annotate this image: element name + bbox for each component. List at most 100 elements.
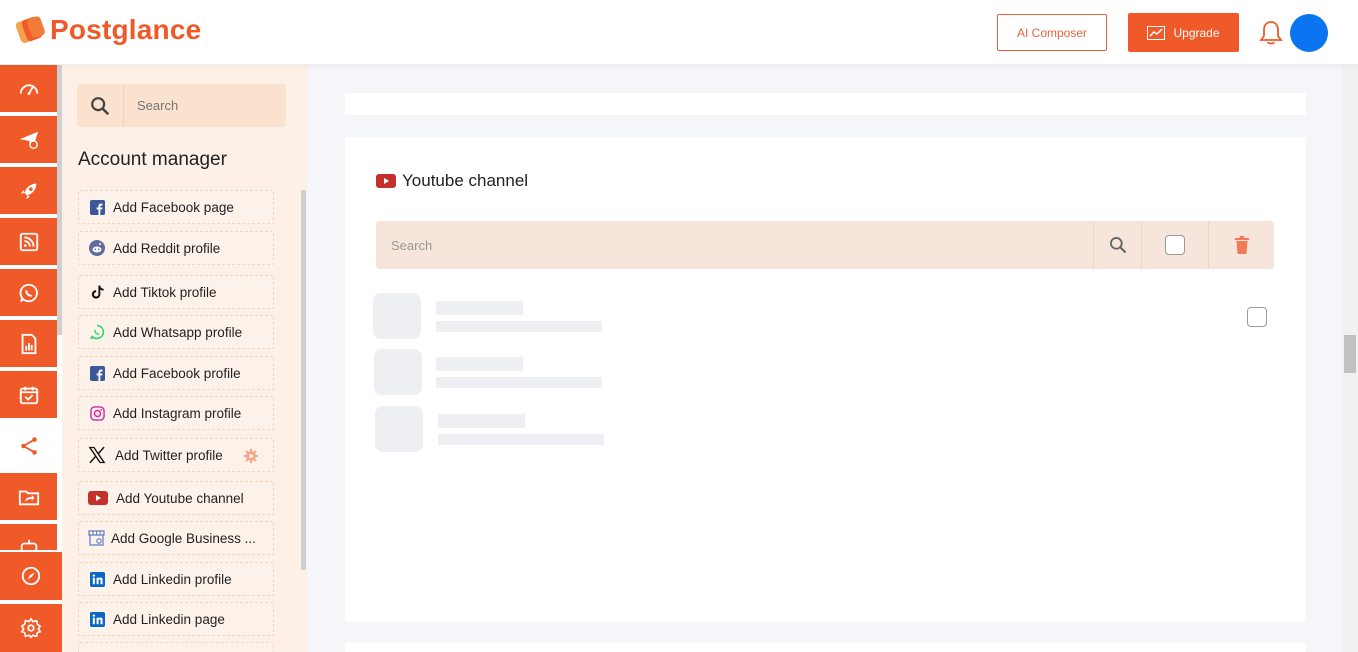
add-reddit-profile[interactable]: Add Reddit profile [78,231,274,265]
avatar[interactable] [1290,14,1328,52]
facebook-icon [89,199,105,215]
linkedin-icon [89,611,105,627]
rail-whatsapp[interactable] [0,269,57,318]
add-google-business[interactable]: Add Google Business ... [78,521,274,555]
gear-icon [20,617,42,639]
channel-toolbar: Search [376,221,1274,269]
google-business-icon [88,530,105,546]
calendar-icon [19,386,38,404]
rail-dashboard[interactable] [0,65,57,114]
card-next [345,643,1306,652]
add-linkedin-profile[interactable]: Add Linkedin profile [78,562,274,596]
list-item-label: Add Reddit profile [113,240,221,256]
select-all-checkbox[interactable] [1165,235,1185,255]
search-icon [77,84,124,127]
skeleton-avatar [375,406,423,452]
skeleton-line [438,434,604,445]
dashboard-icon [19,84,38,95]
row-checkbox[interactable] [1247,307,1267,327]
rail-rocket[interactable] [0,167,57,216]
upgrade-button[interactable]: Upgrade [1128,13,1239,52]
x-icon [87,445,107,465]
rail-send[interactable] [0,116,57,165]
whatsapp-icon [19,283,38,302]
send-icon [19,131,38,149]
list-item-label: Add Facebook profile [113,365,241,381]
add-facebook-page[interactable]: Add Facebook page [78,190,274,224]
channel-search-button[interactable] [1094,221,1142,269]
add-instagram-profile[interactable]: Add Instagram profile [78,396,274,430]
rss-icon [19,232,38,251]
list-item-label: Add Whatsapp profile [113,324,243,340]
channel-search-input[interactable]: Search [376,221,1094,269]
select-all-checkbox-cell [1142,221,1209,269]
share-icon [20,436,37,455]
add-youtube-channel[interactable]: Add Youtube channel [78,481,274,515]
rail-robot[interactable] [0,524,57,552]
instagram-icon [89,405,105,421]
gear-icon[interactable] [243,448,259,467]
list-item-label: Add Youtube channel [116,490,244,506]
panel-search[interactable] [77,84,286,127]
card-previous [345,93,1306,115]
logo-text: Postglance [50,14,202,45]
top-header: Postglance AI Composer Upgrade [0,0,1358,65]
skeleton-line [436,321,602,332]
trending-up-icon [1147,25,1166,40]
skeleton-line [436,377,602,388]
delete-button[interactable] [1209,221,1274,269]
tiktok-icon [89,284,105,300]
panel-scrollbar[interactable] [301,190,306,570]
skeleton-line [436,357,523,371]
list-item-label: Add Linkedin profile [113,571,232,587]
ai-composer-button[interactable]: AI Composer [997,14,1107,51]
rail-folder-share[interactable] [0,473,57,522]
list-item[interactable] [78,642,274,652]
report-icon [21,333,36,354]
section-title: Youtube channel [376,171,528,191]
page-scrollbar[interactable] [1342,65,1358,652]
rocket-icon [20,183,36,199]
rail-share[interactable] [0,422,57,471]
list-item-label: Add Google Business ... [111,530,256,546]
list-item-label: Add Twitter profile [115,447,223,463]
list-item-label: Add Tiktok profile [113,284,217,300]
page-scrollbar-thumb[interactable] [1344,335,1356,373]
skeleton-line [438,414,525,428]
reddit-icon [89,240,105,256]
add-facebook-profile[interactable]: Add Facebook profile [78,356,274,390]
list-item-label: Add Facebook page [113,199,234,215]
trash-icon [1234,236,1249,254]
panel-title: Account manager [78,149,227,170]
robot-icon [20,539,37,550]
upgrade-label: Upgrade [1173,25,1220,40]
panel-search-input[interactable] [124,98,274,113]
skeleton-avatar [374,349,422,395]
rail-compass[interactable] [0,552,62,602]
skeleton-avatar [373,293,421,339]
add-tiktok-profile[interactable]: Add Tiktok profile [78,275,274,309]
account-panel: Account manager Add Facebook page Add Re… [62,65,307,652]
list-item-label: Add Linkedin page [113,611,225,627]
linkedin-icon [89,571,105,587]
rail-report[interactable] [0,320,57,369]
bell-icon[interactable] [1259,20,1283,46]
rail-calendar[interactable] [0,371,57,420]
search-icon [1109,237,1126,254]
youtube-icon [88,490,108,506]
icon-rail [0,65,62,652]
add-linkedin-page[interactable]: Add Linkedin page [78,602,274,636]
section-title-text: Youtube channel [402,171,529,190]
logo-mark-icon [15,14,48,46]
skeleton-line [436,301,523,315]
compass-icon [21,566,41,586]
folder-share-icon [18,490,39,505]
main-content: Youtube channel Search [307,65,1358,652]
add-whatsapp-profile[interactable]: Add Whatsapp profile [78,315,274,349]
youtube-channel-card: Youtube channel Search [345,137,1306,622]
rail-settings[interactable] [0,604,62,652]
list-item-label: Add Instagram profile [113,405,242,421]
logo[interactable]: Postglance [15,14,202,46]
rail-rss[interactable] [0,218,57,267]
add-twitter-profile[interactable]: Add Twitter profile [78,438,274,472]
